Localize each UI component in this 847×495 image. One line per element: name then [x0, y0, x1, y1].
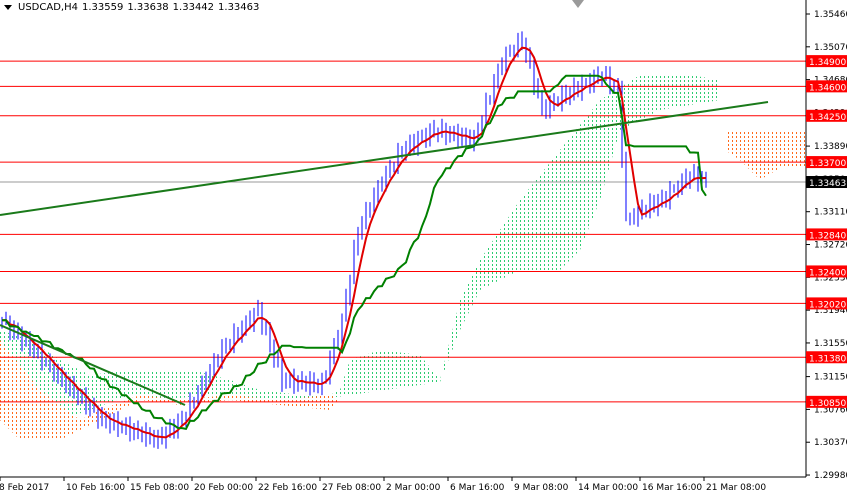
time-tick-label: 22 Feb 16:00 — [258, 483, 317, 493]
price-tick-label: 1.31150 — [814, 373, 847, 383]
time-tick-label: 15 Feb 08:00 — [130, 483, 189, 493]
level-label-7: 1.31380 — [809, 354, 846, 364]
price-tick-label: 1.29980 — [814, 471, 847, 481]
time-tick-label: 14 Mar 00:00 — [578, 483, 638, 493]
current-price-label: 1.33463 — [809, 179, 846, 189]
level-label-0: 1.34900 — [809, 58, 846, 68]
ascending-trendline — [0, 101, 769, 216]
price-tick-label: 1.35070 — [814, 43, 847, 53]
level-label-6: 1.32020 — [809, 300, 846, 310]
price-tick-label: 1.30370 — [814, 438, 847, 448]
level-label-4: 1.32840 — [809, 231, 846, 241]
price-tick-label: 1.31550 — [814, 339, 847, 349]
ichimoku-cloud-bullish — [0, 75, 720, 420]
price-tick-label: 1.33110 — [814, 208, 847, 218]
time-tick-label: 21 Mar 08:00 — [706, 483, 766, 493]
level-label-2: 1.34250 — [809, 113, 846, 123]
time-tick-label: 6 Mar 16:00 — [450, 483, 505, 493]
time-tick-label: 27 Feb 08:00 — [322, 483, 381, 493]
price-chart[interactable]: 1.354601.350701.346801.342901.338901.335… — [0, 0, 847, 495]
level-label-8: 1.30850 — [809, 399, 846, 409]
level-label-1: 1.34600 — [809, 83, 846, 93]
time-tick-label: 20 Feb 00:00 — [194, 483, 253, 493]
time-tick-label: 9 Mar 08:00 — [514, 483, 569, 493]
time-tick-label: 16 Mar 16:00 — [642, 483, 702, 493]
scroll-marker-icon[interactable] — [572, 0, 584, 8]
time-tick-label: 10 Feb 16:00 — [66, 483, 125, 493]
time-tick-label: 8 Feb 2017 — [0, 483, 49, 493]
time-tick-label: 2 Mar 00:00 — [386, 483, 441, 493]
price-tick-label: 1.35460 — [814, 10, 847, 20]
price-tick-label: 1.32720 — [814, 241, 847, 251]
level-label-3: 1.33700 — [809, 159, 846, 169]
level-label-5: 1.32400 — [809, 268, 846, 278]
ichimoku-cloud-bearish-right — [725, 130, 805, 180]
price-tick-label: 1.33890 — [814, 142, 847, 152]
